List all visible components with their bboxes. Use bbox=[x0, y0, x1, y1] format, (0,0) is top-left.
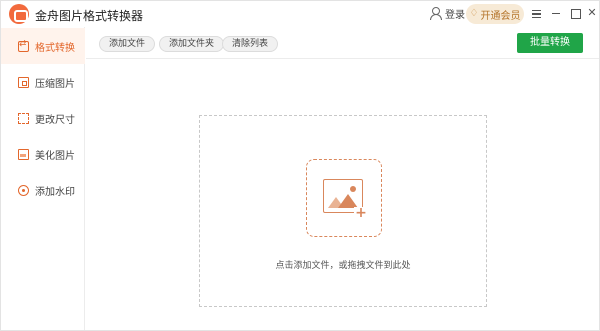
sidebar-item-beautify-image[interactable]: 美化图片 bbox=[1, 136, 85, 172]
sidebar-item-label: 更改尺寸 bbox=[35, 114, 75, 126]
close-icon[interactable]: ✕ bbox=[584, 5, 600, 21]
sidebar: 格式转换 压缩图片 更改尺寸 美化图片 添加水印 bbox=[1, 27, 85, 330]
minimize-icon[interactable] bbox=[548, 5, 564, 21]
login-label: 登录 bbox=[445, 10, 465, 21]
maximize-icon[interactable] bbox=[567, 5, 583, 21]
sidebar-item-add-watermark[interactable]: 添加水印 bbox=[1, 172, 85, 208]
add-file-button[interactable]: 添加文件 bbox=[99, 36, 156, 52]
beautify-image-icon bbox=[18, 148, 29, 160]
file-drop-zone[interactable]: + 点击添加文件，或拖拽文件到此处 bbox=[199, 115, 487, 307]
clear-list-button[interactable]: 清除列表 bbox=[222, 36, 279, 52]
user-icon bbox=[429, 7, 442, 20]
vip-button[interactable]: ♢ 开通会员 bbox=[466, 4, 524, 24]
add-folder-button[interactable]: 添加文件夹 bbox=[159, 36, 225, 52]
resize-icon bbox=[18, 112, 29, 124]
app-title: 金舟图片格式转换器 bbox=[35, 9, 144, 23]
sidebar-item-compress-image[interactable]: 压缩图片 bbox=[1, 64, 85, 100]
drop-hint-text: 点击添加文件，或拖拽文件到此处 bbox=[275, 261, 411, 271]
plus-icon: + bbox=[354, 205, 368, 221]
sidebar-item-label: 添加水印 bbox=[35, 186, 75, 198]
sidebar-item-label: 压缩图片 bbox=[35, 78, 75, 90]
sidebar-item-resize[interactable]: 更改尺寸 bbox=[1, 100, 85, 136]
sidebar-item-format-convert[interactable]: 格式转换 bbox=[1, 28, 85, 64]
add-image-area[interactable]: + bbox=[306, 159, 382, 237]
sidebar-item-label: 美化图片 bbox=[35, 150, 75, 162]
compress-image-icon bbox=[18, 76, 29, 88]
watermark-icon bbox=[18, 184, 29, 196]
diamond-icon: ♢ bbox=[469, 8, 479, 19]
app-logo-icon bbox=[9, 4, 29, 24]
vip-label: 开通会员 bbox=[480, 10, 521, 22]
format-convert-icon bbox=[18, 39, 29, 52]
batch-convert-button[interactable]: 批量转换 bbox=[517, 33, 583, 53]
toolbar: 添加文件 添加文件夹 清除列表 批量转换 bbox=[86, 27, 599, 59]
menu-icon[interactable] bbox=[528, 5, 544, 21]
title-bar: 金舟图片格式转换器 登录 ♢ 开通会员 ✕ bbox=[1, 1, 599, 27]
app-window: 金舟图片格式转换器 登录 ♢ 开通会员 ✕ 格式转换 压缩图片 更改尺寸 美化 bbox=[0, 0, 600, 331]
login-button[interactable]: 登录 bbox=[429, 6, 465, 21]
sidebar-item-label: 格式转换 bbox=[35, 42, 75, 54]
